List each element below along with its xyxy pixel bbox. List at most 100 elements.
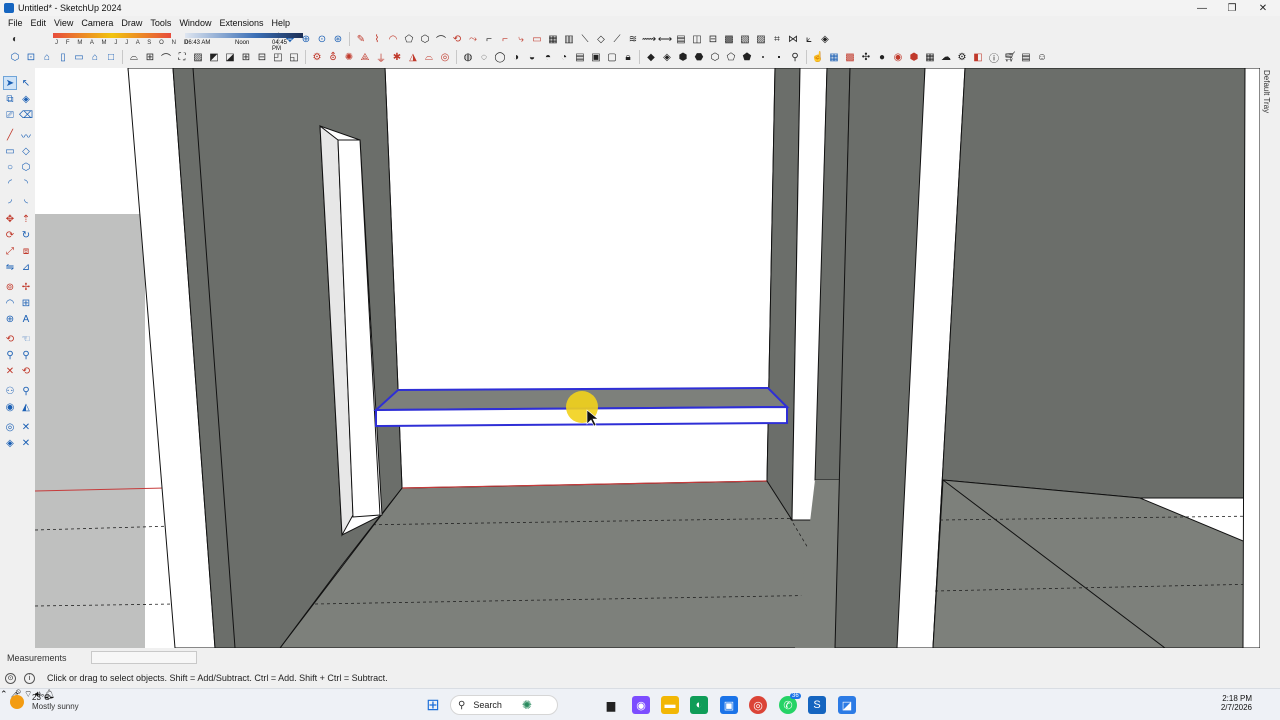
warehouse-tool-7-icon[interactable]: ◮ — [406, 50, 420, 64]
flip-edge-icon[interactable]: ◪ — [223, 50, 237, 64]
extension-manager-icon[interactable]: ◧ — [971, 50, 985, 64]
protractor-icon[interactable]: ◠ — [3, 296, 17, 310]
layout-tool-1-icon[interactable]: ▤ — [573, 50, 587, 64]
solid-tool-10-icon[interactable]: ⚲ — [788, 50, 802, 64]
measurements-input[interactable] — [91, 651, 197, 664]
3d-text-icon[interactable]: A — [19, 312, 33, 326]
circle-tool-icon[interactable]: ○ — [3, 160, 17, 174]
photo-texture-icon[interactable]: ◈ — [3, 436, 17, 450]
previous-view-icon[interactable]: ⟲ — [19, 364, 33, 378]
extension-tool-1-icon[interactable]: ✎ — [354, 32, 368, 46]
extension-tool-5-icon[interactable]: ⬡ — [418, 32, 432, 46]
solid-tool-4-icon[interactable]: ⬣ — [692, 50, 706, 64]
look-around-icon[interactable]: ◉ — [3, 400, 17, 414]
warehouse-tool-1-icon[interactable]: ⚙ — [310, 50, 324, 64]
left-view-icon[interactable]: ⌂ — [88, 50, 102, 64]
position-camera-icon[interactable]: ⚇ — [3, 384, 17, 398]
warehouse-icon[interactable]: ✕ — [19, 436, 33, 450]
solid-tool-3-icon[interactable]: ⬢ — [676, 50, 690, 64]
pie-tool-icon[interactable]: ◟ — [19, 192, 33, 206]
dynamic-component-interact-icon[interactable]: ☝ — [811, 50, 825, 64]
account-icon[interactable]: ☺ — [1035, 50, 1049, 64]
dimension-tool-icon[interactable]: ✢ — [19, 280, 33, 294]
layers-icon[interactable]: ▤ — [1019, 50, 1033, 64]
text-tool-icon[interactable]: ⊞ — [19, 296, 33, 310]
rectangle-tool-icon[interactable]: ▭ — [3, 144, 17, 158]
smoove-icon[interactable]: ⌒ — [159, 50, 173, 65]
menu-view[interactable]: View — [50, 18, 77, 28]
paint-bucket-icon[interactable]: ◈ — [19, 92, 33, 106]
extension-tool-11-icon[interactable]: ⤷ — [514, 32, 528, 46]
follow-me-icon[interactable]: ↻ — [19, 228, 33, 242]
extension-tool-23-icon[interactable]: ⊟ — [706, 32, 720, 46]
axes-tool-icon[interactable]: ⊕ — [3, 312, 17, 326]
warehouse-tool-2-icon[interactable]: ⛢ — [326, 50, 340, 64]
lasso-select-icon[interactable]: ↖ — [19, 76, 33, 90]
extension-tool-27-icon[interactable]: ⌗ — [770, 32, 784, 46]
add-location-icon[interactable]: ◎ — [3, 420, 17, 434]
date-slider[interactable] — [53, 33, 171, 38]
geolocation-icon[interactable]: ⊙ — [5, 672, 16, 684]
layout-tool-4-icon[interactable]: 🔒︎ — [621, 50, 635, 64]
select-tool-icon[interactable]: ➤ — [3, 76, 17, 90]
extension-tool-16-icon[interactable]: ◇ — [594, 32, 608, 46]
maximize-button[interactable]: ❐ — [1217, 0, 1247, 16]
cart-icon[interactable]: 🛒︎ — [1003, 50, 1017, 64]
taskbar-search[interactable]: ⚲ Search ✺ — [450, 695, 558, 715]
shadows-toggle-icon[interactable]: ◐ — [8, 32, 22, 46]
solid-tool-1-icon[interactable]: ◆ — [644, 50, 658, 64]
info-icon[interactable]: ⓘ — [987, 50, 1001, 65]
warehouse-tool-9-icon[interactable]: ◎ — [438, 50, 452, 64]
flip-tool-icon[interactable]: ⇋ — [3, 260, 17, 274]
warehouse-tool-8-icon[interactable]: ⌓ — [422, 50, 436, 64]
extension-tool-9-icon[interactable]: ⌐ — [482, 32, 496, 46]
line-tool-icon[interactable]: ╱ — [3, 128, 17, 142]
modeling-viewport[interactable] — [35, 68, 1260, 648]
extension-tool-3-icon[interactable]: ◠ — [386, 32, 400, 46]
rotate-tool-icon[interactable]: ⟳ — [3, 228, 17, 242]
default-tray-strip[interactable]: Default Tray — [1260, 68, 1280, 648]
extension-tool-13-icon[interactable]: ▦ — [546, 32, 560, 46]
shadow-settings-widget[interactable]: J F M A M J J A S O N D 06:43 AM Noon 04… — [29, 31, 303, 52]
style-hidden-line-icon[interactable]: ◑ — [509, 50, 523, 64]
sketchup-taskbar-icon[interactable]: S — [808, 696, 826, 714]
menu-edit[interactable]: Edit — [27, 18, 51, 28]
layout-tool-3-icon[interactable]: ▢ — [605, 50, 619, 64]
location-tool-4-icon[interactable]: ⬢ — [907, 50, 921, 64]
iso-view-icon[interactable]: ⬡ — [8, 50, 22, 64]
solid-tool-7-icon[interactable]: ⬟ — [740, 50, 754, 64]
sandbox-from-contours-icon[interactable]: ⌓ — [127, 50, 141, 64]
toggle-terrain-icon[interactable]: ✕ — [19, 420, 33, 434]
pan-tool-icon[interactable]: ☜ — [19, 332, 33, 346]
warehouse-tool-6-icon[interactable]: ✱ — [390, 50, 404, 64]
zoom-tool-icon[interactable]: ⚲ — [3, 348, 17, 362]
move-tool-icon[interactable]: ✥ — [3, 212, 17, 226]
make-component-icon[interactable]: ⧉ — [3, 92, 17, 106]
rotated-rectangle-icon[interactable]: ◇ — [19, 144, 33, 158]
extension-tool-29-icon[interactable]: ⟀ — [802, 32, 816, 46]
freehand-tool-icon[interactable]: 〰 — [19, 128, 33, 143]
location-tool-5-icon[interactable]: ▦ — [923, 50, 937, 64]
task-view-icon[interactable]: ▆ — [602, 696, 620, 714]
extension-tool-26-icon[interactable]: ▨ — [754, 32, 768, 46]
style-wireframe-icon[interactable]: ◯ — [493, 50, 507, 64]
location-tool-6-icon[interactable]: ☁ — [939, 50, 953, 64]
style-back-edges-icon[interactable]: ◌ — [477, 50, 491, 64]
component-options-icon[interactable]: ▦ — [827, 50, 841, 64]
extension-tool-8-icon[interactable]: ⤳ — [466, 32, 480, 46]
edge-browser-icon[interactable]: ◐ — [690, 696, 708, 714]
zoom-extents-icon[interactable]: ⊛ — [331, 32, 345, 46]
arc-tool-icon[interactable]: ◜ — [3, 176, 17, 190]
position-texture-icon[interactable]: ⊿ — [19, 260, 33, 274]
top-view-icon[interactable]: ⊡ — [24, 50, 38, 64]
zoom-icon[interactable]: ⊙ — [315, 32, 329, 46]
solid-tool-9-icon[interactable]: ⬝ — [772, 50, 786, 64]
eraser-icon[interactable]: ⌫ — [19, 108, 33, 122]
copilot-icon[interactable]: ◉ — [632, 696, 650, 714]
extension-tool-24-icon[interactable]: ▩ — [722, 32, 736, 46]
tape-measure-icon[interactable]: ⊚ — [3, 280, 17, 294]
solid-tool-5-icon[interactable]: ⬡ — [708, 50, 722, 64]
extension-tool-20-icon[interactable]: ⟷ — [658, 32, 672, 46]
extension-tool-19-icon[interactable]: ⟿ — [642, 32, 656, 46]
style-shaded-icon[interactable]: ◒ — [525, 50, 539, 64]
